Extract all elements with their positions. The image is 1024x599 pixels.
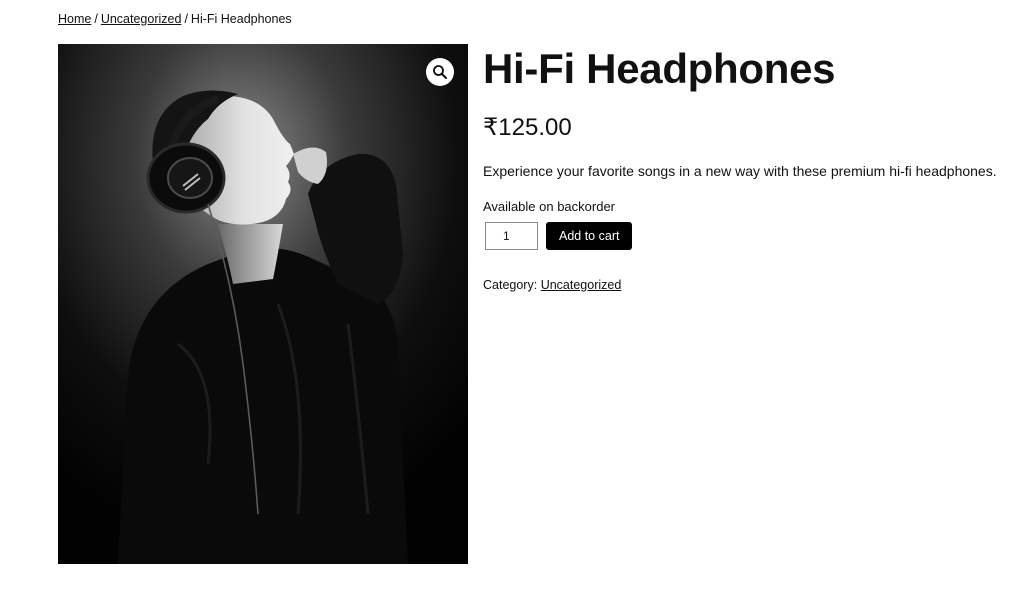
- magnifier-icon: [433, 65, 447, 79]
- breadcrumb-separator: /: [94, 12, 98, 26]
- product-photo: [58, 44, 468, 564]
- zoom-button[interactable]: [426, 58, 454, 86]
- quantity-input[interactable]: [485, 222, 538, 250]
- product-image[interactable]: [58, 44, 468, 564]
- category-label: Category:: [483, 278, 538, 292]
- breadcrumb-current: Hi-Fi Headphones: [190, 12, 292, 26]
- product-meta: Category: Uncategorized: [483, 277, 1018, 293]
- breadcrumb: Home / Uncategorized / Hi-Fi Headphones: [58, 11, 292, 27]
- add-to-cart-button[interactable]: Add to cart: [546, 222, 633, 250]
- category-link[interactable]: Uncategorized: [541, 278, 622, 292]
- product-price: ₹125.00: [483, 114, 572, 141]
- breadcrumb-category-link[interactable]: Uncategorized: [101, 12, 182, 26]
- product-description: Experience your favorite songs in a new …: [483, 163, 997, 179]
- breadcrumb-separator: /: [184, 12, 188, 26]
- stock-status: Available on backorder: [483, 199, 616, 214]
- add-to-cart-form: Add to cart: [483, 222, 1018, 250]
- product-page: Home/Uncategorized/Hi-Fi Headphones: [0, 0, 1024, 599]
- breadcrumb-home-link[interactable]: Home: [58, 12, 91, 26]
- product-summary: Hi-Fi Headphones ₹125.00 Experience your…: [483, 44, 1018, 293]
- product-title: Hi-Fi Headphones: [483, 45, 836, 92]
